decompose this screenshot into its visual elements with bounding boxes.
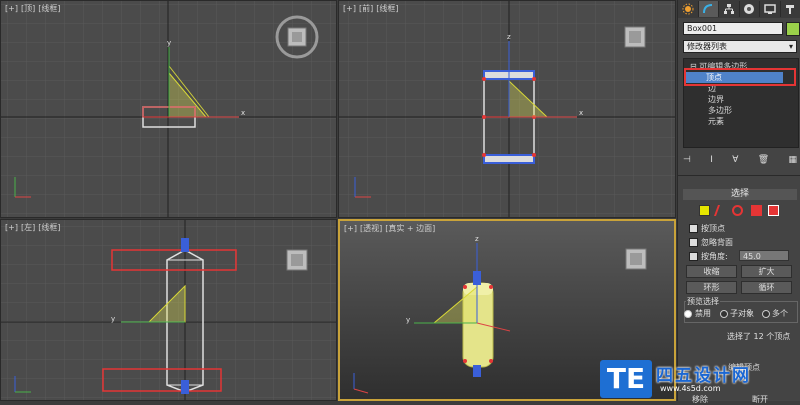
axis-z-label: z	[507, 33, 511, 41]
divider	[678, 175, 800, 176]
sun-icon	[682, 3, 694, 15]
by-angle-label: 按角度:	[701, 251, 728, 262]
grow-button[interactable]: 扩大	[741, 265, 792, 278]
viewport-shading-mode[interactable]: [线框]	[38, 223, 60, 232]
viewcube-icon[interactable]	[283, 246, 311, 274]
make-unique-icon[interactable]: ∀	[732, 155, 738, 165]
by-vertex-label: 按顶点	[701, 223, 725, 234]
ignore-backfacing-label: 忽略背面	[701, 237, 733, 248]
viewport-view-name[interactable]: [顶]	[21, 4, 35, 13]
axis-z-label: z	[475, 235, 479, 243]
viewcube-icon[interactable]	[273, 13, 321, 61]
rollout-selection-title[interactable]: 选择	[683, 189, 797, 200]
axis-y-label: y	[406, 316, 410, 324]
viewport-view-name[interactable]: [前]	[359, 4, 373, 13]
viewport-label[interactable]: [+][顶][线框]	[5, 3, 63, 14]
viewport-top[interactable]: [+][顶][线框] x y	[0, 0, 337, 218]
viewport-menu-plus[interactable]: [+]	[5, 223, 18, 232]
viewport-view-name[interactable]: [透视]	[360, 224, 382, 233]
tab-hierarchy[interactable]	[719, 1, 740, 17]
remove-modifier-icon[interactable]: 🗑	[758, 155, 769, 165]
viewport-shading-mode[interactable]: [真实 + 边面]	[385, 224, 435, 233]
modifier-list-dropdown[interactable]: 修改器列表 ▾	[683, 40, 797, 53]
viewport-label[interactable]: [+][前][线框]	[343, 3, 401, 14]
shrink-button[interactable]: 收缩	[686, 265, 737, 278]
viewport-shading-mode[interactable]: [线框]	[38, 4, 60, 13]
command-panel-tabs	[678, 0, 800, 18]
ring-button[interactable]: 环形	[686, 281, 737, 294]
by-vertex-checkbox[interactable]	[689, 224, 698, 233]
modifier-list-label: 修改器列表	[687, 42, 727, 51]
vertex-mode-icon[interactable]	[699, 205, 710, 216]
object-name-field[interactable]: Box001	[683, 22, 783, 35]
viewcube-icon[interactable]	[622, 245, 650, 273]
watermark-logo: TE	[600, 360, 652, 398]
stack-item-border[interactable]: 边界	[708, 94, 724, 105]
stack-item-element[interactable]: 元素	[708, 116, 724, 127]
viewport-label[interactable]: [+][左][线框]	[5, 222, 63, 233]
viewport-view-name[interactable]: [左]	[21, 223, 35, 232]
object-color-swatch[interactable]	[786, 22, 800, 36]
watermark-url: www.4s5d.com	[660, 384, 721, 393]
edge-mode-icon[interactable]	[714, 205, 729, 216]
tab-modify[interactable]	[699, 1, 720, 17]
preview-off-radio[interactable]	[684, 310, 692, 318]
angle-spinner[interactable]: 45.0	[739, 250, 789, 261]
show-end-result-icon[interactable]: Ⅰ	[710, 155, 713, 165]
chevron-down-icon: ▾	[789, 41, 793, 52]
viewport-left[interactable]: [+][左][线框] y	[0, 219, 337, 401]
stack-item-polygon[interactable]: 多边形	[708, 105, 732, 116]
border-mode-icon[interactable]	[732, 205, 743, 216]
preview-subobject-radio[interactable]	[720, 310, 728, 318]
axis-x-label: x	[241, 109, 245, 117]
axis-x-label: x	[579, 109, 583, 117]
loop-button[interactable]: 循环	[741, 281, 792, 294]
display-monitor-icon	[764, 3, 776, 15]
tab-create[interactable]	[678, 1, 699, 17]
viewport-front[interactable]: [+][前][线框] x z	[338, 0, 676, 218]
ignore-backfacing-checkbox[interactable]	[689, 238, 698, 247]
motion-icon	[743, 3, 755, 15]
watermark: TE 四五设计网 www.4s5d.com	[600, 360, 800, 401]
pin-stack-icon[interactable]: ⊣	[683, 155, 691, 165]
viewcube-icon[interactable]	[621, 23, 649, 51]
viewport-menu-plus[interactable]: [+]	[344, 224, 357, 233]
preview-selection-title: 预览选择	[686, 296, 720, 307]
axis-y-label: y	[111, 315, 115, 323]
viewport-menu-plus[interactable]: [+]	[5, 4, 18, 13]
preview-subobject-label: 子对象	[730, 308, 754, 319]
viewport-menu-plus[interactable]: [+]	[343, 4, 356, 13]
tab-display[interactable]	[760, 1, 781, 17]
preview-off-label: 禁用	[695, 308, 711, 319]
modify-arc-icon	[702, 3, 714, 15]
axis-y-label: y	[167, 39, 171, 47]
preview-multi-label: 多个	[772, 308, 788, 319]
selection-status-text: 选择了 12 个顶点	[727, 331, 790, 342]
polygon-mode-icon[interactable]	[751, 205, 762, 216]
hammer-icon	[784, 3, 796, 15]
hierarchy-icon	[723, 3, 735, 15]
stack-toolbar: ⊣ Ⅰ ∀ 🗑 ▦	[683, 153, 797, 167]
element-mode-icon[interactable]	[768, 205, 779, 216]
preview-multi-radio[interactable]	[762, 310, 770, 318]
configure-sets-icon[interactable]: ▦	[788, 155, 797, 165]
highlight-box	[684, 68, 796, 86]
viewport-shading-mode[interactable]: [线框]	[376, 4, 398, 13]
command-panel: Box001 修改器列表 ▾ ⊟ 可编辑多边形 顶点 边 边界 多边形 元素 ⊣…	[677, 0, 800, 401]
by-angle-checkbox[interactable]	[689, 252, 698, 261]
viewport-label[interactable]: [+][透视][真实 + 边面]	[344, 223, 438, 234]
tab-motion[interactable]	[740, 1, 761, 17]
watermark-title: 四五设计网	[656, 361, 751, 386]
tab-utilities[interactable]	[781, 1, 800, 17]
